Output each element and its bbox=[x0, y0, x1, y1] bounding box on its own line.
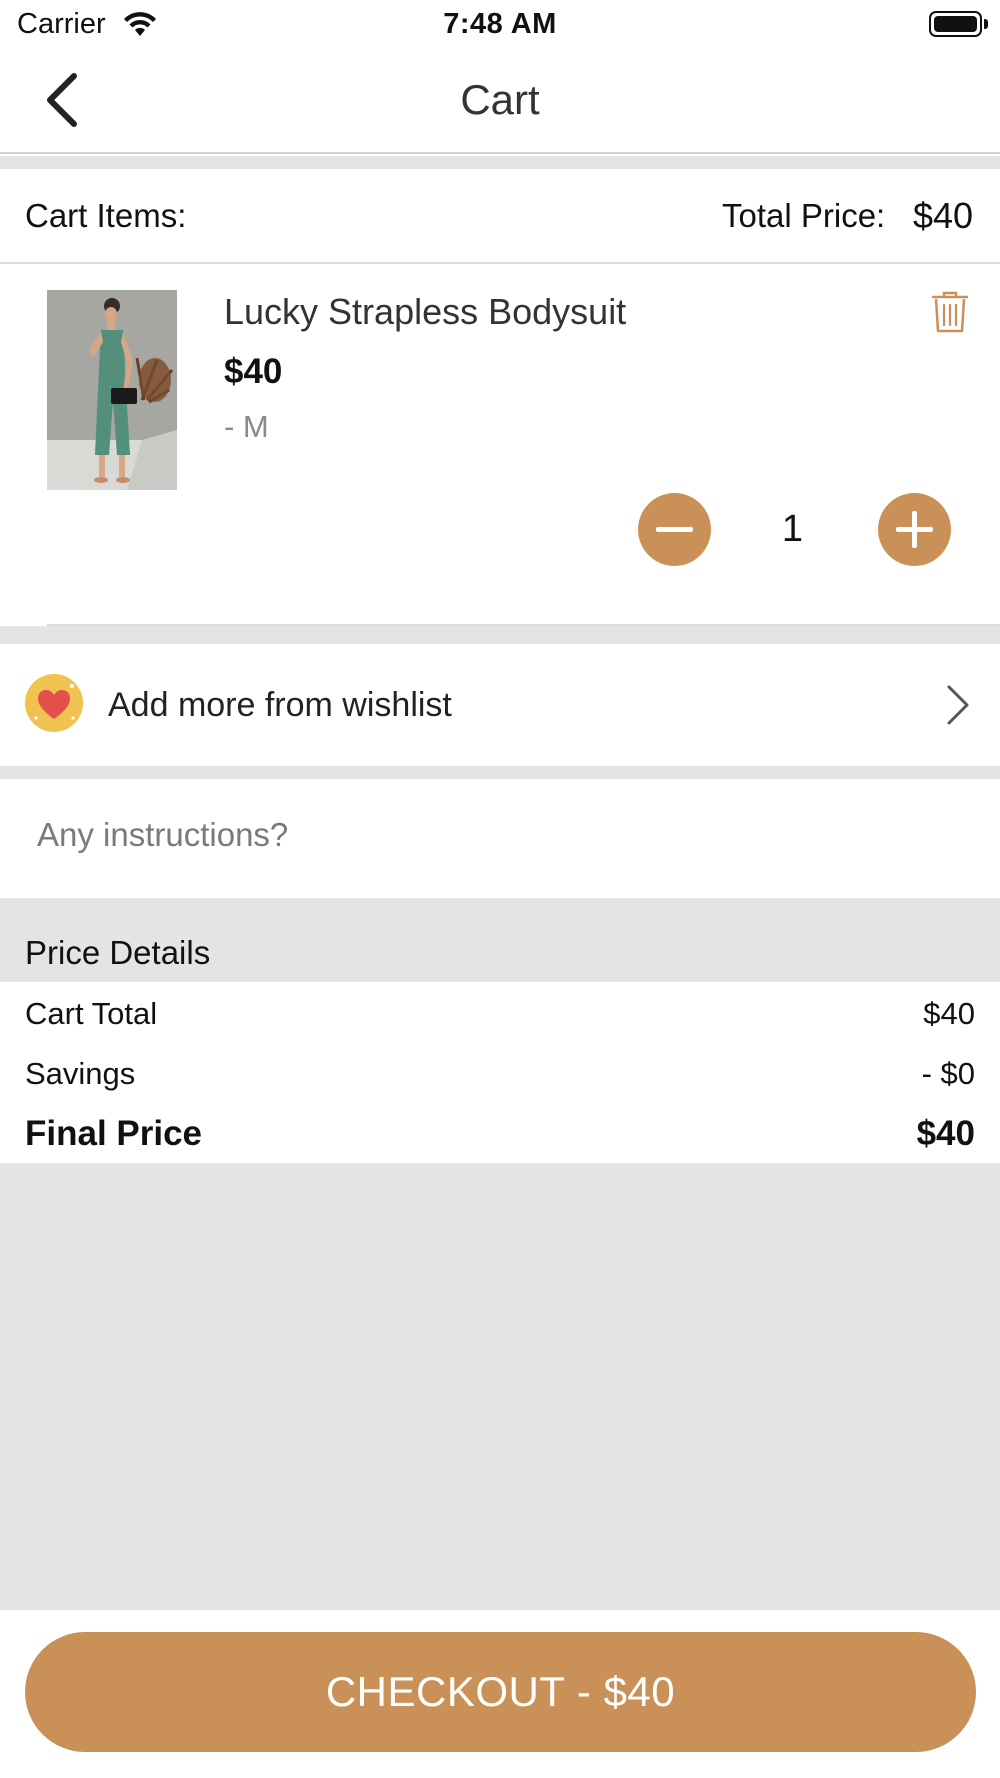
total-price-value: $40 bbox=[913, 195, 974, 236]
price-details-title: Price Details bbox=[25, 934, 211, 971]
checkout-button[interactable]: CHECKOUT - $40 bbox=[25, 1632, 976, 1752]
section-divider bbox=[0, 156, 1000, 169]
product-price: $40 bbox=[224, 352, 283, 391]
trash-icon[interactable] bbox=[930, 290, 970, 339]
wishlist-label: Add more from wishlist bbox=[108, 686, 452, 724]
chevron-right-icon bbox=[945, 684, 971, 731]
savings-label: Savings bbox=[25, 1056, 136, 1091]
section-divider bbox=[0, 766, 1000, 779]
final-price-value: $40 bbox=[916, 1114, 975, 1153]
product-name[interactable]: Lucky Strapless Bodysuit bbox=[224, 291, 626, 333]
product-image[interactable] bbox=[47, 290, 177, 490]
cart-items-label: Cart Items: bbox=[25, 197, 187, 234]
decrease-quantity-button[interactable] bbox=[638, 493, 711, 566]
battery-icon bbox=[929, 11, 982, 37]
quantity-value: 1 bbox=[781, 508, 804, 550]
savings-value: - $0 bbox=[921, 1056, 975, 1091]
battery-nub bbox=[984, 19, 988, 29]
minus-icon bbox=[656, 527, 693, 532]
heart-icon bbox=[25, 674, 83, 732]
empty-area bbox=[0, 1163, 1000, 1610]
instructions-input[interactable] bbox=[25, 790, 975, 880]
total-price-label: Total Price: bbox=[722, 197, 886, 234]
final-price-label: Final Price bbox=[25, 1114, 203, 1153]
cart-total-label: Cart Total bbox=[25, 996, 158, 1031]
section-divider bbox=[0, 626, 1000, 644]
product-size: - M bbox=[224, 409, 269, 444]
cart-total-value: $40 bbox=[923, 996, 975, 1031]
status-time: 7:48 AM bbox=[443, 8, 557, 40]
page-title: Cart bbox=[460, 76, 540, 123]
increase-quantity-button[interactable] bbox=[878, 493, 951, 566]
